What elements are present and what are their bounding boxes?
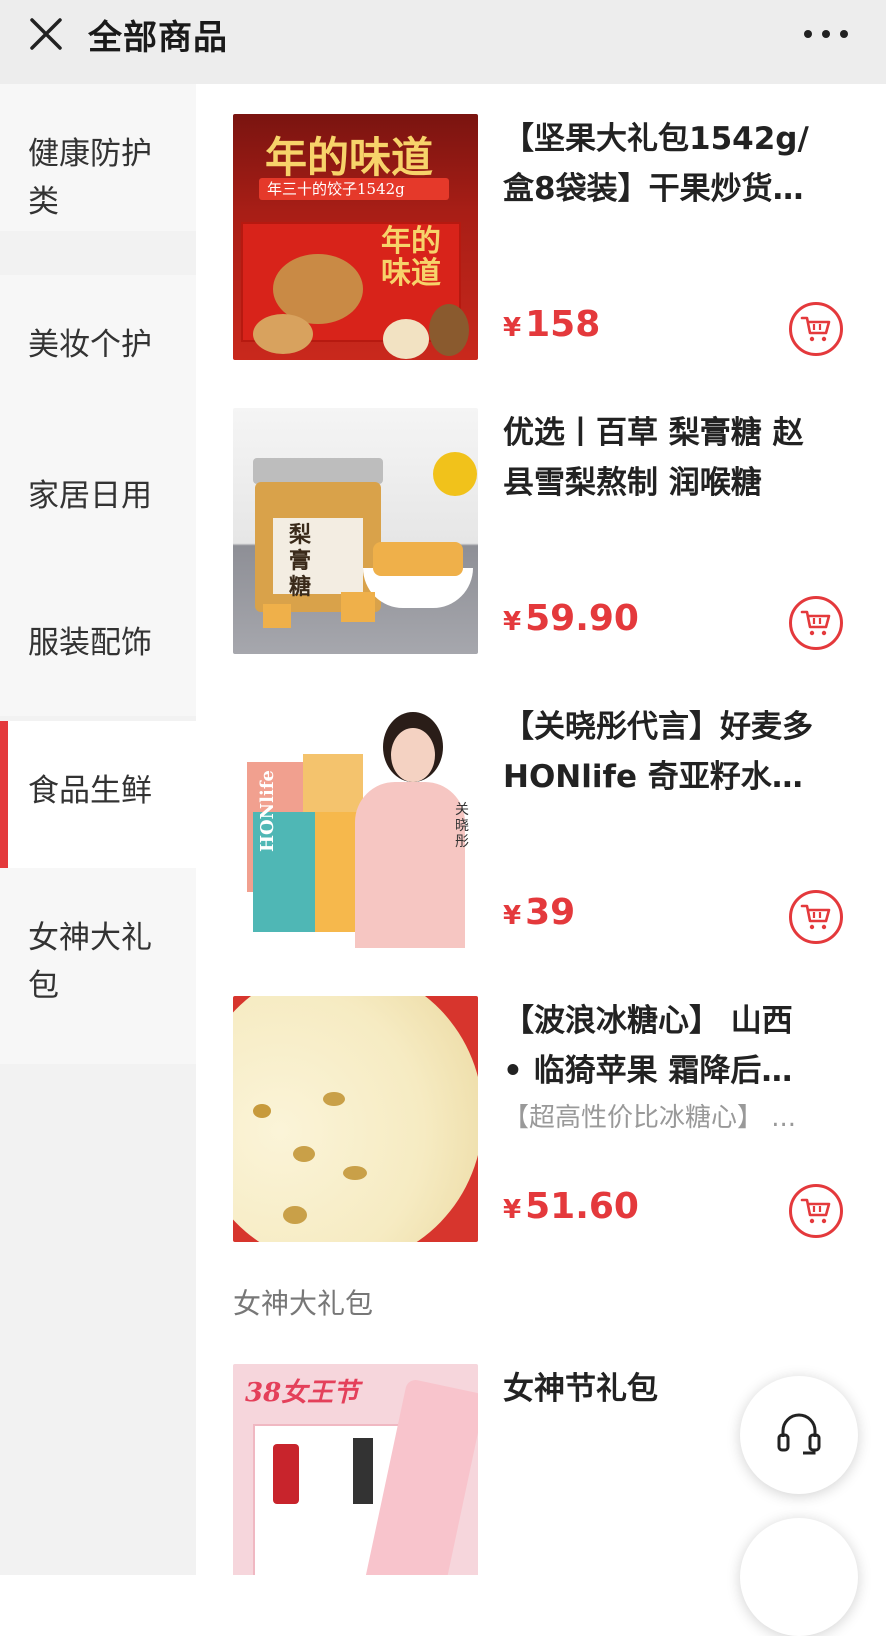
add-to-cart-button[interactable] [789, 302, 843, 356]
sidebar-item-label: 服装配饰 [28, 625, 152, 661]
sidebar-item-food[interactable]: 食品生鲜 [0, 721, 196, 868]
cart-icon [800, 316, 831, 342]
list-item[interactable]: 【波浪冰糖心】 山西 • 临猗苹果 霜降后采摘 【超高性价比冰糖心】 ... ¥… [233, 996, 853, 1242]
product-name: 优选丨百草 梨膏糖 赵县雪梨熬制 润喉糖 [503, 415, 804, 501]
product-list: 年的味道 年三十的饺子1542g 年的味道 【坚果大礼包1542g/盒8袋装】干… [196, 84, 886, 1575]
product-image: HONlife 关晓彤 [233, 702, 478, 948]
sidebar-item-label: 健康防护类 [28, 136, 152, 220]
add-to-cart-button[interactable] [789, 596, 843, 650]
category-sidebar: 健康防护类 美妆个护 家居日用 服装配饰 食品生鲜 女神大礼包 [0, 84, 196, 1575]
top-bar: 全部商品 [0, 0, 886, 84]
product-name: 【波浪冰糖心】 山西 • 临猗苹果 霜降后采摘 [503, 1003, 793, 1089]
scroll-top-button[interactable] [740, 1518, 858, 1636]
sidebar-item-label: 美妆个护 [28, 327, 152, 363]
product-image: 梨膏糖 [233, 408, 478, 654]
product-price: ¥158 [503, 304, 601, 345]
product-subtitle: 【超高性价比冰糖心】 ... [503, 1103, 797, 1133]
cart-icon [800, 610, 831, 636]
cart-icon [800, 1198, 831, 1224]
sidebar-item-label: 食品生鲜 [28, 773, 152, 809]
product-image: 38女王节 [233, 1364, 478, 1575]
sidebar-item-apparel[interactable]: 服装配饰 [0, 569, 196, 716]
sidebar-item-label: 女神大礼包 [28, 920, 152, 1004]
product-image [233, 996, 478, 1242]
add-to-cart-button[interactable] [789, 890, 843, 944]
sidebar-item-label: 家居日用 [28, 478, 152, 514]
customer-service-button[interactable] [740, 1376, 858, 1494]
sidebar-item-health[interactable]: 健康防护类 [0, 84, 196, 231]
product-price: ¥51.60 [503, 1186, 639, 1227]
more-icon[interactable] [804, 24, 848, 44]
list-item[interactable]: 年的味道 年三十的饺子1542g 年的味道 【坚果大礼包1542g/盒8袋装】干… [233, 114, 853, 360]
add-to-cart-button[interactable] [789, 1184, 843, 1238]
product-name: 【坚果大礼包1542g/盒8袋装】干果炒货零食 [503, 121, 809, 207]
headset-icon [777, 1413, 821, 1455]
product-price: ¥39 [503, 892, 576, 933]
product-image: 年的味道 年三十的饺子1542g 年的味道 [233, 114, 478, 360]
close-icon[interactable] [26, 14, 66, 54]
product-price: ¥59.90 [503, 598, 639, 639]
section-title: 女神大礼包 [233, 1287, 374, 1320]
sidebar-item-home[interactable]: 家居日用 [0, 422, 196, 569]
list-item[interactable]: 梨膏糖 优选丨百草 梨膏糖 赵县雪梨熬制 润喉糖 ¥59.90 [233, 408, 853, 654]
list-item[interactable]: HONlife 关晓彤 【关晓彤代言】好麦多HONlife 奇亚籽水果麦片 ¥3… [233, 702, 853, 948]
page-title: 全部商品 [88, 18, 228, 58]
product-name: 【关晓彤代言】好麦多HONlife 奇亚籽水果麦片 [503, 709, 813, 795]
sidebar-item-beauty[interactable]: 美妆个护 [0, 275, 196, 422]
cart-icon [800, 904, 831, 930]
sidebar-item-gift[interactable]: 女神大礼包 [0, 868, 196, 1064]
